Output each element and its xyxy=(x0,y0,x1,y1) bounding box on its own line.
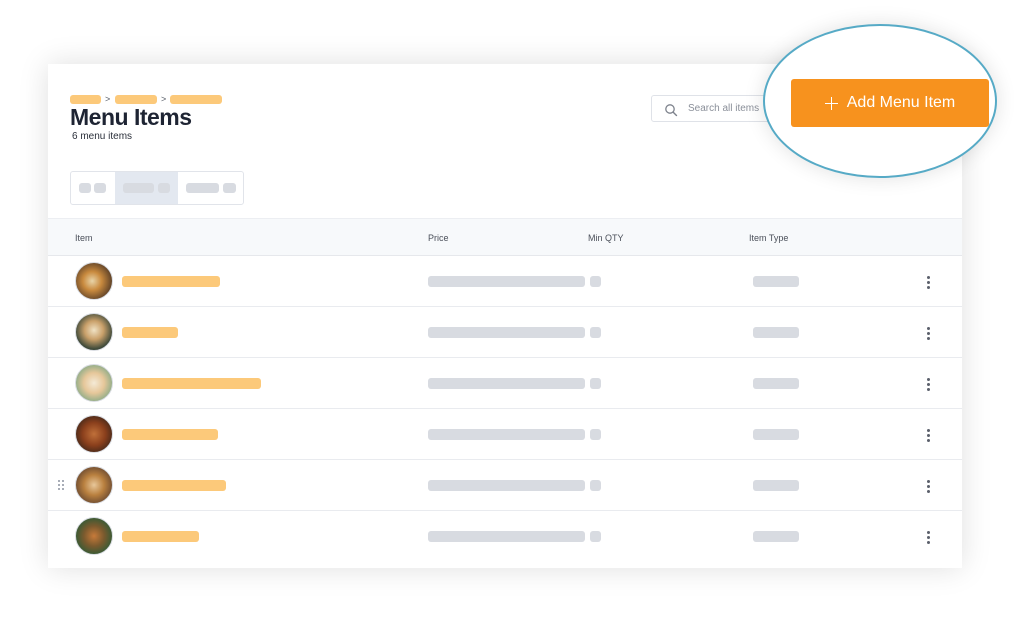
table-row[interactable] xyxy=(48,511,962,562)
table-row[interactable] xyxy=(48,358,962,409)
add-menu-item-button[interactable]: Add Menu Item xyxy=(791,79,989,127)
price-placeholder xyxy=(428,531,585,542)
tab-label-placeholder xyxy=(123,183,154,193)
item-type-placeholder xyxy=(753,327,799,338)
min-qty-placeholder xyxy=(590,429,601,440)
more-vertical-icon[interactable] xyxy=(924,376,934,392)
search-icon xyxy=(665,104,678,117)
item-type-placeholder xyxy=(753,531,799,542)
item-name-placeholder xyxy=(122,378,261,389)
price-placeholder xyxy=(428,327,585,338)
min-qty-placeholder xyxy=(590,480,601,491)
item-type-placeholder xyxy=(753,429,799,440)
item-name-placeholder xyxy=(122,276,220,287)
more-vertical-icon[interactable] xyxy=(924,427,934,443)
filter-tab-active[interactable] xyxy=(115,172,178,204)
plus-icon xyxy=(824,96,838,110)
tab-label-placeholder xyxy=(223,183,236,193)
tab-label-placeholder xyxy=(79,183,91,193)
food-thumbnail xyxy=(75,364,113,402)
more-vertical-icon[interactable] xyxy=(924,478,934,494)
food-thumbnail xyxy=(75,415,113,453)
breadcrumb-item[interactable] xyxy=(115,95,157,104)
more-vertical-icon[interactable] xyxy=(924,529,934,545)
column-header-price[interactable]: Price xyxy=(428,233,449,243)
price-placeholder xyxy=(428,480,585,491)
more-vertical-icon[interactable] xyxy=(924,274,934,290)
item-type-placeholder xyxy=(753,276,799,287)
filter-tab[interactable] xyxy=(71,172,115,204)
column-header-min-qty[interactable]: Min QTY xyxy=(588,233,624,243)
price-placeholder xyxy=(428,378,585,389)
breadcrumb-item[interactable] xyxy=(70,95,101,104)
item-name-placeholder xyxy=(122,327,178,338)
table-row[interactable] xyxy=(48,256,962,307)
drag-handle-icon[interactable] xyxy=(58,480,66,490)
column-header-item-type[interactable]: Item Type xyxy=(749,233,788,243)
add-menu-item-label: Add Menu Item xyxy=(846,94,956,111)
food-thumbnail xyxy=(75,262,113,300)
tab-label-placeholder xyxy=(186,183,219,193)
item-type-placeholder xyxy=(753,378,799,389)
tab-label-placeholder xyxy=(94,183,106,193)
min-qty-placeholder xyxy=(590,378,601,389)
food-thumbnail xyxy=(75,466,113,504)
table-row[interactable] xyxy=(48,409,962,460)
column-header-item[interactable]: Item xyxy=(75,233,93,243)
item-count: 6 menu items xyxy=(72,131,133,142)
item-type-placeholder xyxy=(753,480,799,491)
page-title: Menu Items xyxy=(70,104,192,130)
tab-label-placeholder xyxy=(158,183,170,193)
more-vertical-icon[interactable] xyxy=(924,325,934,341)
food-thumbnail xyxy=(75,517,113,555)
breadcrumb-separator: > xyxy=(105,94,111,104)
search-input[interactable]: Search all items xyxy=(651,95,771,122)
search-placeholder: Search all items xyxy=(688,103,760,114)
min-qty-placeholder xyxy=(590,276,601,287)
min-qty-placeholder xyxy=(590,531,601,542)
food-thumbnail xyxy=(75,313,113,351)
table-row[interactable] xyxy=(48,460,962,511)
breadcrumb-item[interactable] xyxy=(170,95,222,104)
item-name-placeholder xyxy=(122,429,218,440)
filter-tabs xyxy=(70,171,244,205)
price-placeholder xyxy=(428,429,585,440)
filter-tab[interactable] xyxy=(178,172,243,204)
table-header: Item Price Min QTY Item Type xyxy=(48,218,962,256)
min-qty-placeholder xyxy=(590,327,601,338)
breadcrumb-separator: > xyxy=(161,94,167,104)
price-placeholder xyxy=(428,276,585,287)
item-name-placeholder xyxy=(122,480,226,491)
item-name-placeholder xyxy=(122,531,199,542)
table-row[interactable] xyxy=(48,307,962,358)
